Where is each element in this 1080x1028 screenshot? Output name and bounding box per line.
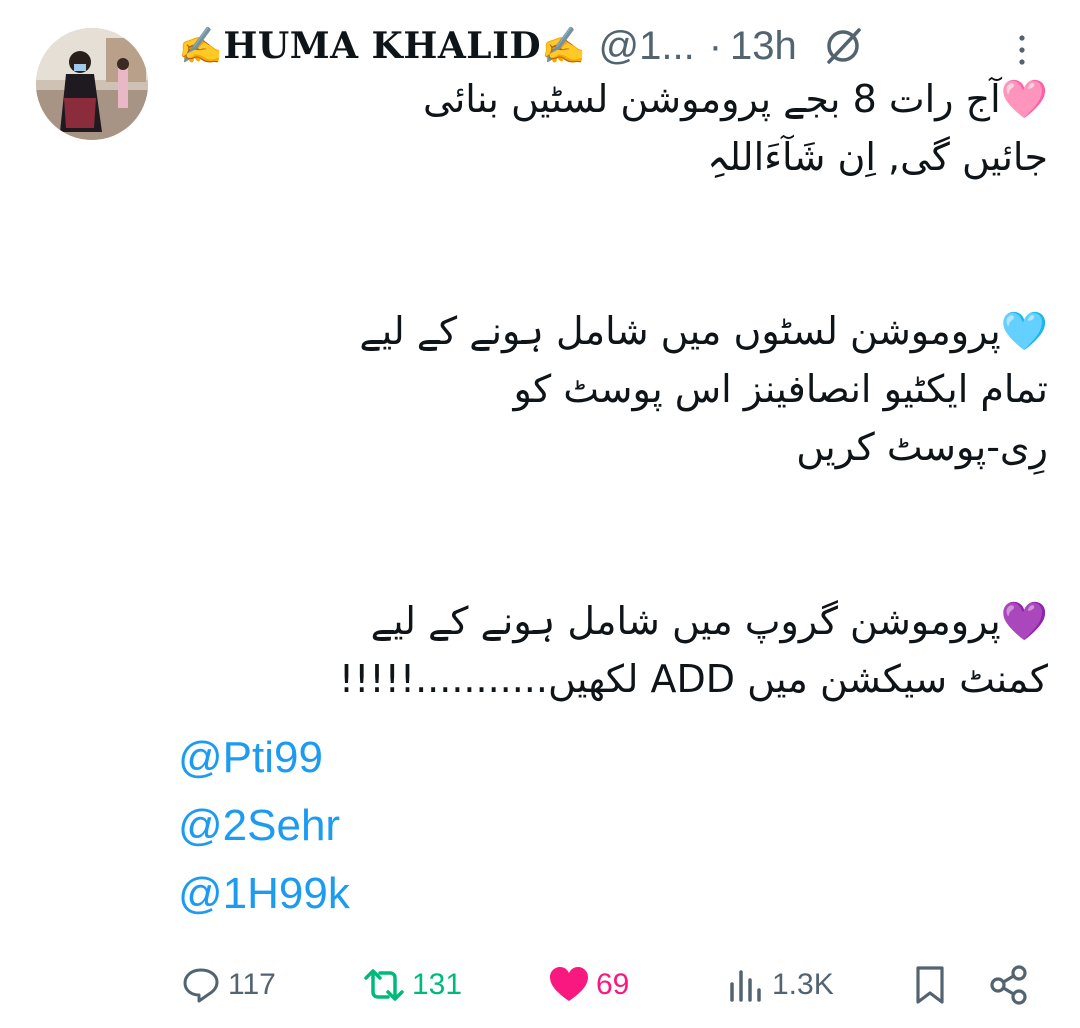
avatar-photo — [36, 28, 148, 140]
user-handle[interactable]: @1... — [598, 24, 694, 69]
paragraph-3: 💜پروموشن گروپ میں شامل ہونے کے لیے کمنٹ … — [178, 592, 1048, 708]
text-line: 💜پروموشن گروپ میں شامل ہونے کے لیے — [370, 599, 1048, 643]
like-button[interactable]: 69 — [546, 958, 629, 1012]
views-count: 1.3K — [772, 968, 834, 1001]
analytics-icon — [730, 970, 761, 1002]
mentions-list: @Pti99 @2Sehr @1H99k — [178, 724, 350, 928]
views-button[interactable]: 1.3K — [724, 958, 834, 1012]
tweet[interactable]: ✍HUMA KHALID✍ @1... · 13h 🩷آج رات 8 بجے … — [0, 0, 1080, 1028]
bookmark-icon — [916, 966, 944, 1004]
heart-filled-icon — [550, 967, 588, 1001]
like-count: 69 — [596, 968, 630, 1001]
bookmark-button[interactable] — [910, 958, 954, 1012]
text-line: جائیں گی, اِن شَآءَاللہِ — [707, 135, 1048, 179]
action-bar: 117 131 69 1.3K — [178, 958, 1038, 1012]
reply-count: 117 — [228, 968, 276, 1001]
text-line: تمام ایکٹیو انصافینز اس پوسٹ کو — [513, 367, 1049, 411]
text-line: 🩵پروموشن لسٹوں میں شامل ہونے کے لیے — [359, 309, 1048, 353]
more-vertical-icon[interactable] — [1012, 30, 1032, 70]
mention-link[interactable]: @Pti99 — [178, 724, 350, 792]
text-line: کمنٹ سیکشن میں ADD لکھیں...........!!!!! — [338, 657, 1048, 701]
share-icon — [990, 965, 1027, 1005]
avatar[interactable] — [36, 28, 148, 140]
reply-button[interactable]: 117 — [178, 958, 276, 1012]
tweet-text: 🩷آج رات 8 بجے پروموشن لسٹیں بنائی جائیں … — [178, 70, 1048, 708]
repost-count: 131 — [412, 968, 463, 1001]
retweet-icon — [364, 969, 404, 1001]
reply-icon — [183, 968, 219, 1003]
mention-link[interactable]: @2Sehr — [178, 792, 350, 860]
grok-icon[interactable] — [821, 24, 865, 68]
paragraph-2: 🩵پروموشن لسٹوں میں شامل ہونے کے لیے تمام… — [178, 302, 1048, 476]
text-line: 🩷آج رات 8 بجے پروموشن لسٹیں بنائی — [423, 77, 1048, 121]
share-button[interactable] — [986, 958, 1036, 1012]
display-name[interactable]: ✍HUMA KHALID✍ — [178, 25, 586, 67]
text-line: رِی-پوسٹ کریں — [796, 425, 1048, 469]
paragraph-1: 🩷آج رات 8 بجے پروموشن لسٹیں بنائی جائیں … — [178, 70, 1048, 186]
timestamp[interactable]: 13h — [730, 24, 797, 69]
tweet-header: ✍HUMA KHALID✍ @1... · 13h — [178, 22, 865, 70]
repost-button[interactable]: 131 — [360, 958, 462, 1012]
separator-dot: · — [708, 23, 723, 68]
mention-link[interactable]: @1H99k — [178, 860, 350, 928]
